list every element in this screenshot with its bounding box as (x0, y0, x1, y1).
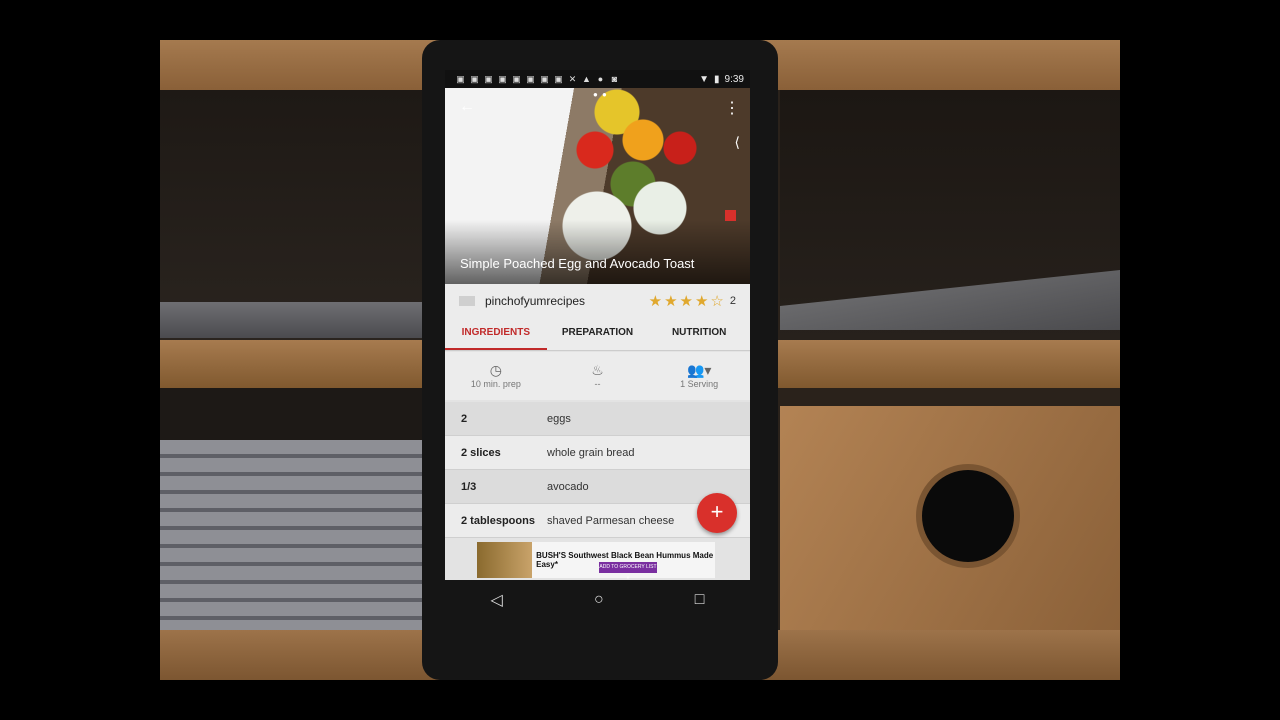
android-nav-bar: ◁ ○ □ (445, 580, 750, 620)
notification-icon: ▣ (554, 73, 563, 84)
recipe-tabs: INGREDIENTS PREPARATION NUTRITION (445, 318, 750, 351)
flame-icon: ♨ (591, 362, 604, 378)
drawer-hole (922, 470, 1014, 562)
notification-icon: ▣ (456, 73, 465, 84)
prep-time: ◷ 10 min. prep (445, 352, 547, 400)
servings-label: 1 Serving (680, 379, 719, 389)
share-icon[interactable]: ⟨ (735, 134, 740, 151)
notification-icon: ▣ (498, 73, 507, 84)
tab-nutrition[interactable]: NUTRITION (648, 318, 750, 350)
star-filled-icon: ★ (679, 293, 693, 310)
notification-icon: ▣ (484, 73, 493, 84)
hero-gradient (445, 220, 750, 284)
ingredient-name: whole grain bread (547, 446, 635, 459)
cook-time-label: -- (594, 379, 601, 389)
notification-icon: ▣ (526, 73, 535, 84)
prep-time-label: 10 min. prep (470, 379, 521, 389)
recipe-title: Simple Poached Egg and Avocado Toast (460, 256, 695, 271)
tab-ingredients[interactable]: INGREDIENTS (445, 318, 547, 350)
ingredient-qty: 2 (461, 412, 468, 425)
star-filled-icon: ★ (648, 293, 663, 310)
page-indicator: ● ● (593, 90, 608, 99)
ingredient-qty: 2 slices (461, 446, 501, 459)
clock-icon: ◷ (489, 362, 502, 378)
battery-icon: ▮ (714, 73, 720, 85)
status-bar: ▣ ▣ ▣ ▣ ▣ ▣ ▣ ▣ ✕ ▲ ● ◙ ▼ ▮ 9:39 (445, 70, 750, 88)
more-vert-icon[interactable]: ⋮ (724, 98, 740, 118)
wifi-icon: ▼ (699, 73, 710, 85)
paper-pile (160, 440, 422, 630)
message-icon: ◙ (611, 73, 618, 84)
add-fab-button[interactable]: + (697, 493, 737, 533)
rating-count: 2 (729, 295, 736, 307)
star-empty-icon: ☆ (710, 293, 724, 310)
ingredient-qty: 2 tablespoons (461, 514, 535, 527)
paper-stack-left (160, 302, 422, 338)
recipe-meta: ◷ 10 min. prep ♨ -- 👥▾ 1 Serving (445, 352, 750, 400)
star-filled-icon: ★ (664, 293, 678, 310)
ingredient-name: shaved Parmesan cheese (547, 514, 675, 527)
tab-preparation[interactable]: PREPARATION (547, 318, 649, 350)
status-right: ▼ ▮ 9:39 (699, 74, 744, 85)
notification-icon: ▣ (540, 73, 549, 84)
nav-back-icon[interactable]: ◁ (491, 590, 503, 610)
nav-home-icon[interactable]: ○ (594, 591, 604, 609)
author-name[interactable]: pinchofyumrecipes (485, 294, 585, 308)
bookmark-icon[interactable] (725, 210, 736, 221)
star-filled-icon: ★ (694, 293, 709, 310)
lock-icon: ▲ (582, 73, 591, 84)
nav-recents-icon[interactable]: □ (695, 591, 705, 609)
notification-icon: ▣ (470, 73, 479, 84)
ad-banner[interactable]: BUSH'S Southwest Black Bean Hummus Made … (477, 542, 715, 580)
ingredient-name: eggs (547, 412, 571, 425)
ingredient-name: avocado (547, 480, 589, 493)
back-arrow-icon[interactable]: ← (459, 98, 475, 116)
ad-image (477, 542, 533, 578)
list-item: 2 eggs (445, 402, 750, 436)
list-item: 2 slices whole grain bread (445, 436, 750, 470)
notification-icon: ▣ (512, 73, 521, 84)
alert-icon: ● (597, 73, 604, 84)
missed-call-icon: ✕ (568, 73, 577, 84)
author-avatar[interactable] (459, 296, 475, 306)
notification-icons: ▣ ▣ ▣ ▣ ▣ ▣ ▣ ▣ ✕ ▲ ● ◙ (455, 74, 620, 85)
servings[interactable]: 👥▾ 1 Serving (648, 352, 750, 400)
rating-stars[interactable]: ★ ★ ★ ★ ☆ (649, 292, 724, 310)
status-time: 9:39 (724, 73, 744, 85)
recipe-byline: pinchofyumrecipes ★ ★ ★ ★ ☆ 2 (445, 284, 750, 318)
ad-cta-button[interactable]: ADD TO GROCERY LIST » (599, 562, 657, 580)
cook-time: ♨ -- (547, 352, 649, 400)
people-icon: 👥▾ (686, 362, 712, 378)
phone-screen: ▣ ▣ ▣ ▣ ▣ ▣ ▣ ▣ ✕ ▲ ● ◙ ▼ ▮ 9:39 ● ● ← ⋮… (445, 70, 750, 580)
ingredient-qty: 1/3 (461, 480, 477, 493)
